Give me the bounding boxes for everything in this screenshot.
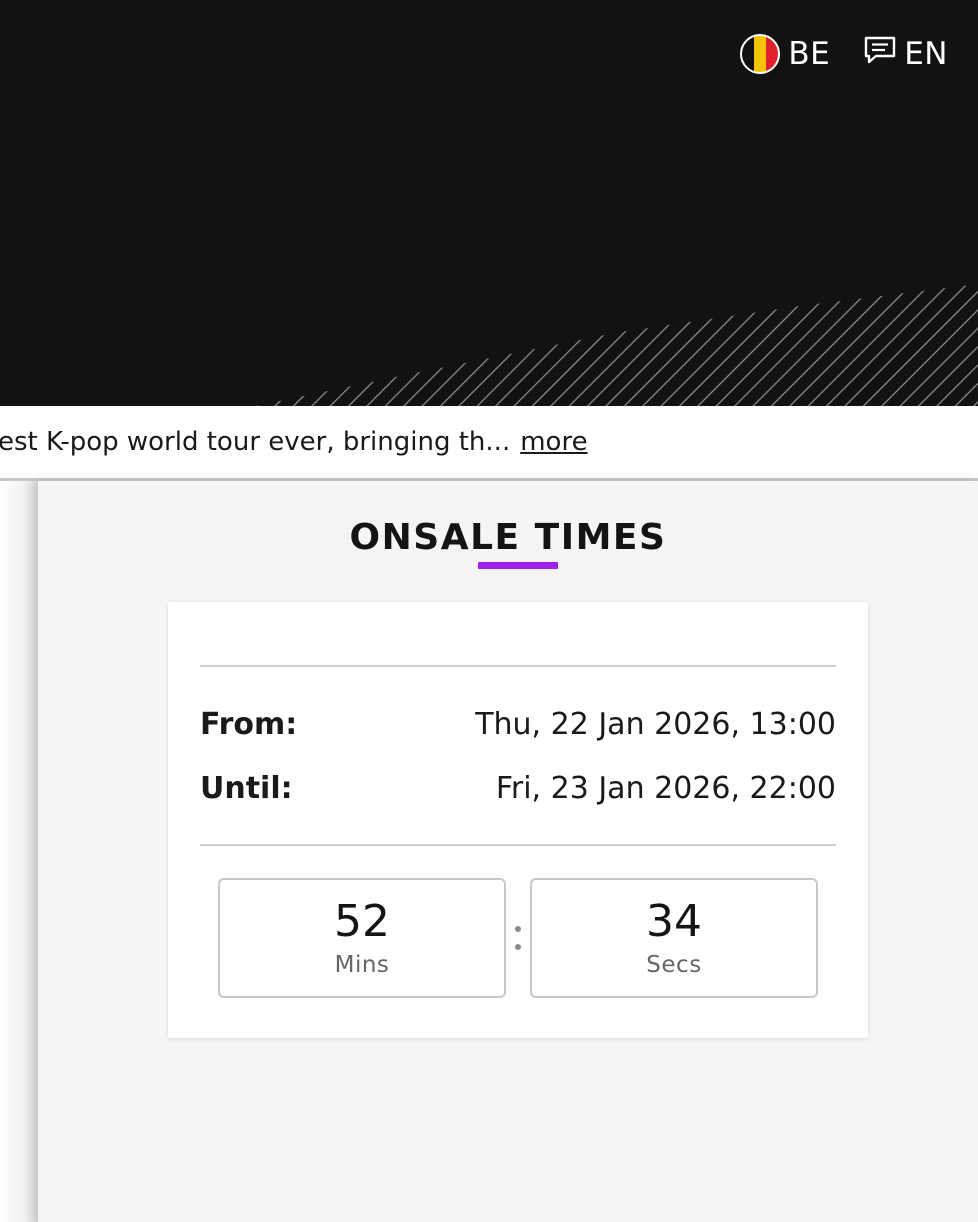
card-bottom-divider (200, 844, 836, 846)
onsale-card: From: Thu, 22 Jan 2026, 13:00 Until: Fri… (168, 602, 868, 1038)
speech-bubble-icon (864, 36, 896, 72)
language-selector[interactable]: EN (864, 34, 948, 74)
country-code-label: BE (788, 36, 831, 72)
belgium-flag-icon (740, 34, 781, 74)
from-label: From: (200, 706, 298, 742)
onsale-until-row: Until: Fri, 23 Jan 2026, 22:00 (200, 766, 836, 810)
seconds-label: Secs (646, 952, 702, 978)
until-value: Fri, 23 Jan 2026, 22:00 (495, 770, 836, 806)
minutes-value: 52 (334, 896, 390, 947)
countdown-seconds: 34 Secs (530, 878, 818, 998)
language-code-label: EN (904, 36, 948, 72)
countdown-timer: 52 Mins 34 Secs (218, 878, 818, 998)
onsale-title: ONSALE TIMES (349, 517, 667, 558)
countdown-minutes: 52 Mins (218, 878, 506, 998)
card-top-divider (200, 665, 836, 667)
country-selector[interactable]: BE (740, 34, 830, 74)
until-label: Until: (200, 770, 293, 806)
top-nav: BE EN (740, 34, 948, 74)
panel-edge-shadow (0, 481, 38, 1222)
onsale-panel: ONSALE TIMES From: Thu, 22 Jan 2026, 13:… (38, 481, 978, 1222)
countdown-separator (512, 926, 524, 962)
minutes-label: Mins (334, 952, 390, 978)
event-hero-banner: BE EN (0, 0, 978, 406)
more-link[interactable]: more (520, 427, 587, 457)
event-description-bar: est K-pop world tour ever, bringing th..… (0, 406, 978, 478)
from-value: Thu, 22 Jan 2026, 13:00 (475, 706, 836, 742)
seconds-value: 34 (646, 896, 702, 947)
event-description-text: est K-pop world tour ever, bringing th..… (0, 427, 511, 457)
onsale-from-row: From: Thu, 22 Jan 2026, 13:00 (200, 702, 836, 746)
title-accent-underline (478, 562, 558, 569)
